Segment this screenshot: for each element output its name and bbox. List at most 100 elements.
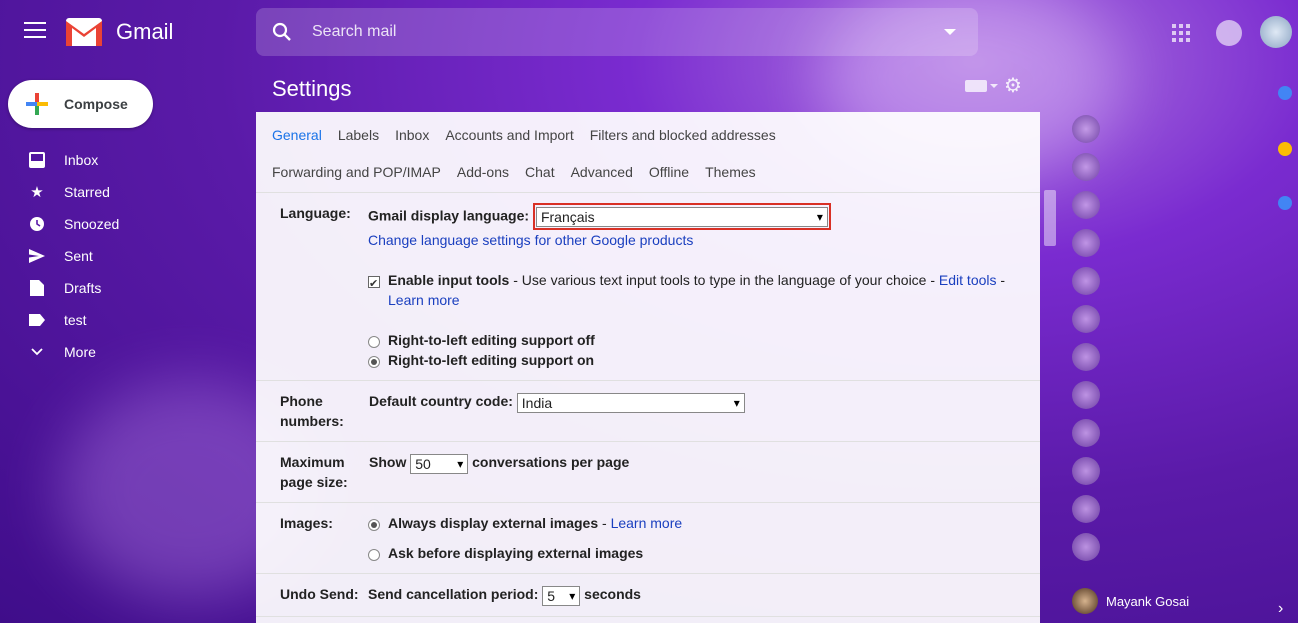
ask-before-images-radio[interactable] (368, 548, 380, 561)
chat-contact[interactable] (1060, 452, 1240, 490)
tab-inbox[interactable]: Inbox (395, 127, 429, 143)
chat-contact[interactable] (1060, 224, 1240, 262)
google-apps-icon[interactable] (1172, 24, 1190, 42)
page-size-label: Maximum page size: (280, 452, 368, 492)
avatar (1072, 495, 1100, 523)
show-label: Show (369, 454, 407, 471)
gmail-logo[interactable]: Gmail (66, 18, 173, 46)
chat-contact[interactable] (1060, 300, 1240, 338)
sidebar-item-more[interactable]: More (0, 336, 240, 368)
tab-add-ons[interactable]: Add-ons (457, 164, 509, 180)
edit-tools-link[interactable]: Edit tools (939, 272, 997, 288)
chat-contact[interactable] (1060, 262, 1240, 300)
account-avatar[interactable] (1260, 16, 1292, 48)
send-icon (28, 247, 46, 265)
input-tools-desc: - Use various text input tools to type i… (509, 272, 939, 289)
keep-icon[interactable] (1278, 142, 1292, 156)
avatar (1072, 229, 1100, 257)
sidebar-nav: Inbox ★ Starred Snoozed Sent Drafts test… (0, 144, 240, 368)
undo-send-label: Undo Send: (280, 586, 359, 603)
keyboard-icon[interactable] (965, 80, 987, 92)
sidebar-item-snoozed[interactable]: Snoozed (0, 208, 240, 240)
tab-labels[interactable]: Labels (338, 127, 379, 143)
gear-icon[interactable]: ⚙ (1004, 76, 1024, 96)
avatar (1072, 588, 1098, 614)
tab-general[interactable]: General (272, 127, 322, 143)
conversations-per-page-label: conversations per page (472, 454, 630, 471)
avatar (1072, 115, 1100, 143)
always-display-images-radio[interactable] (368, 518, 380, 531)
rtl-on-label: Right-to-left editing support on (388, 352, 595, 369)
search-bar[interactable] (256, 8, 978, 56)
avatar (1072, 419, 1100, 447)
support-icon[interactable] (1216, 20, 1242, 46)
images-body: Always display external images - Learn m… (368, 513, 682, 563)
chat-contact[interactable] (1060, 528, 1240, 566)
page-size-label-line1: Maximum (280, 454, 345, 471)
search-icon[interactable] (272, 22, 292, 42)
chevron-right-icon[interactable]: › (1278, 600, 1283, 618)
phone-label-line2: numbers: (280, 413, 344, 430)
app-name: Gmail (116, 19, 174, 44)
sidebar-item-inbox[interactable]: Inbox (0, 144, 240, 176)
chat-contact[interactable] (1060, 376, 1240, 414)
compose-label: Compose (64, 96, 128, 112)
tasks-icon[interactable] (1278, 196, 1292, 210)
display-language-select[interactable]: Français (535, 207, 828, 228)
rtl-on-radio[interactable] (368, 355, 380, 368)
input-tools-label: Enable input tools (388, 272, 510, 289)
enable-input-tools-checkbox[interactable] (368, 274, 380, 294)
page-size-select[interactable]: 50 (410, 453, 469, 474)
change-language-link[interactable]: Change language settings for other Googl… (368, 232, 693, 248)
chat-contact[interactable] (1060, 148, 1240, 186)
sidebar-item-sent[interactable]: Sent (0, 240, 240, 272)
images-row: Images: Always display external images -… (256, 503, 1040, 575)
settings-tabs-row-1: General Labels Inbox Accounts and Import… (256, 112, 1040, 152)
tab-accounts-and-import[interactable]: Accounts and Import (445, 127, 573, 143)
label-icon (28, 311, 46, 329)
star-icon: ★ (30, 184, 44, 201)
chat-current-user[interactable]: Mayank Gosai (1072, 588, 1189, 614)
chat-contact[interactable] (1060, 338, 1240, 376)
search-input[interactable] (312, 23, 912, 41)
images-learn-more-link[interactable]: Learn more (611, 515, 683, 531)
calendar-icon[interactable] (1278, 86, 1292, 100)
chat-contact[interactable] (1060, 186, 1240, 224)
always-display-images-label: Always display external images (388, 515, 599, 532)
learn-more-link[interactable]: Learn more (388, 292, 460, 308)
chat-contact[interactable] (1060, 414, 1240, 452)
draft-icon (28, 279, 46, 297)
phone-numbers-body: Default country code: India (368, 391, 745, 431)
sidebar-item-drafts[interactable]: Drafts (0, 272, 240, 304)
tab-chat[interactable]: Chat (525, 164, 555, 180)
rtl-off-radio[interactable] (368, 335, 380, 348)
chat-user-name: Mayank Gosai (1106, 593, 1190, 609)
chat-contact[interactable] (1060, 490, 1240, 528)
settings-tabs-row-2: Forwarding and POP/IMAP Add-ons Chat Adv… (256, 152, 1040, 192)
chat-contact[interactable] (1060, 110, 1240, 148)
cancellation-period-select[interactable]: 5 (542, 585, 581, 606)
ask-before-images-label: Ask before displaying external images (388, 545, 644, 562)
plus-icon (26, 93, 48, 115)
tab-offline[interactable]: Offline (649, 164, 689, 180)
settings-panel: General Labels Inbox Accounts and Import… (256, 112, 1040, 623)
tab-forwarding[interactable]: Forwarding and POP/IMAP (272, 164, 441, 180)
page-title: Settings (272, 76, 352, 101)
sidebar-item-starred[interactable]: ★ Starred (0, 176, 240, 208)
sidebar-item-test[interactable]: test (0, 304, 240, 336)
page-size-row: Maximum page size: Show 50 conversations… (256, 442, 1040, 504)
tab-filters[interactable]: Filters and blocked addresses (590, 127, 776, 143)
tab-themes[interactable]: Themes (705, 164, 756, 180)
country-code-select[interactable]: India (516, 392, 745, 413)
sidebar-item-label: Drafts (64, 280, 102, 296)
tab-advanced[interactable]: Advanced (571, 164, 633, 180)
images-separator: - (598, 515, 611, 532)
inbox-icon (28, 151, 46, 169)
search-options-icon[interactable] (944, 29, 956, 35)
keyboard-dropdown-icon[interactable] (990, 84, 998, 88)
main-menu-icon[interactable] (24, 22, 46, 40)
scrollbar[interactable] (1044, 190, 1056, 246)
avatar (1072, 381, 1100, 409)
compose-button[interactable]: Compose (8, 80, 153, 128)
top-bar: Gmail (0, 0, 1298, 64)
